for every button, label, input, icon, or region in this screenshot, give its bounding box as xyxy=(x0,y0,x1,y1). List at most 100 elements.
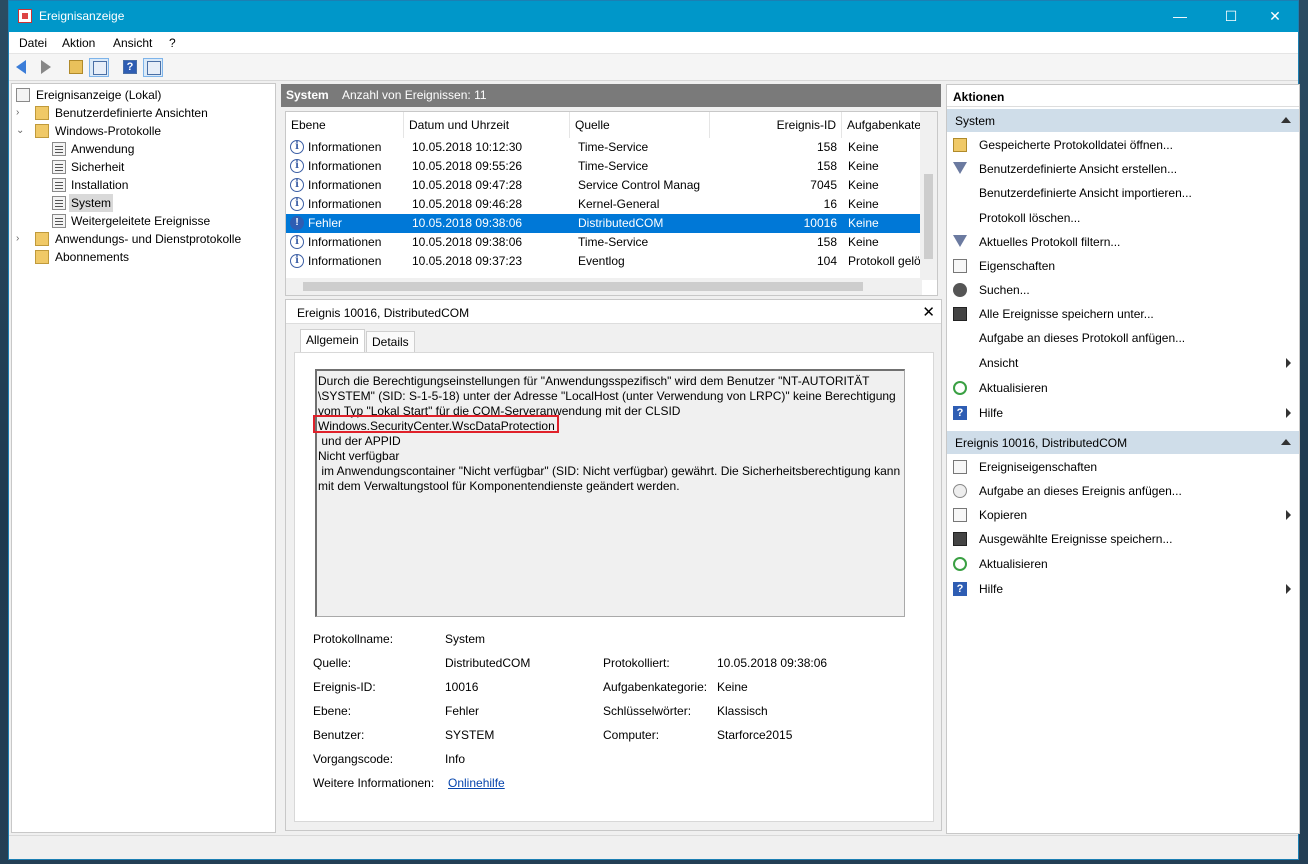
info-icon: i xyxy=(290,159,304,173)
minimize-button[interactable]: — xyxy=(1157,1,1203,32)
action-item[interactable]: Aktualisieren xyxy=(947,377,1299,399)
menu-help[interactable]: ? xyxy=(169,36,176,50)
action-item-label: Suchen... xyxy=(979,283,1030,297)
action-item[interactable]: ? Hilfe xyxy=(947,578,1299,600)
action-item[interactable]: Gespeicherte Protokolldatei öffnen... xyxy=(947,134,1299,156)
up-folder-button[interactable] xyxy=(66,58,86,77)
action-item-label: Benutzerdefinierte Ansicht erstellen... xyxy=(979,162,1178,176)
back-button[interactable] xyxy=(13,58,33,77)
action-item[interactable]: Ansicht xyxy=(947,352,1299,374)
prop-value-id: 10016 xyxy=(445,680,479,694)
show-hide-tree-button[interactable] xyxy=(89,58,109,77)
actions-section-event[interactable]: Ereignis 10016, DistributedCOM xyxy=(947,431,1299,454)
maximize-button[interactable]: ☐ xyxy=(1208,1,1254,32)
tree-app-logs-label: Anwendungs- und Dienstprotokolle xyxy=(55,232,242,246)
action-item[interactable]: Aktuelles Protokoll filtern... xyxy=(947,231,1299,253)
action-item[interactable]: Aufgabe an dieses Protokoll anfügen... xyxy=(947,327,1299,349)
action-item[interactable]: Ausgewählte Ereignisse speichern... xyxy=(947,528,1299,550)
action-item[interactable]: Benutzerdefinierte Ansicht erstellen... xyxy=(947,158,1299,180)
expand-icon[interactable]: › xyxy=(16,104,26,122)
action-item-label: Gespeicherte Protokolldatei öffnen... xyxy=(979,138,1173,152)
action-item-label: Eigenschaften xyxy=(979,259,1056,273)
column-header-task[interactable]: Aufgabenkate xyxy=(842,112,922,138)
info-icon: i xyxy=(290,178,304,192)
menu-aktion[interactable]: Aktion xyxy=(62,36,95,50)
action-item-label: Aufgabe an dieses Ereignis anfügen... xyxy=(979,484,1182,498)
table-row[interactable]: i Informationen 10.05.2018 09:55:26 Time-Se… xyxy=(286,157,921,176)
scroll-thumb[interactable] xyxy=(303,282,863,291)
table-row[interactable]: i Informationen 10.05.2018 09:38:06 Time-Se… xyxy=(286,233,921,252)
menu-ansicht[interactable]: Ansicht xyxy=(113,36,152,50)
cell-level: Informationen xyxy=(308,235,382,249)
table-row[interactable]: ! Fehler 10.05.2018 09:38:06 DistributedCOM… xyxy=(286,214,921,233)
menu-bar: Datei Aktion Ansicht ? xyxy=(9,32,1298,54)
prop-value-ebene: Fehler xyxy=(445,704,480,718)
close-detail-icon[interactable]: ✕ xyxy=(922,303,935,321)
title-bar[interactable]: Ereignisanzeige — ☐ ✕ xyxy=(9,1,1298,32)
action-item[interactable]: ? Hilfe xyxy=(947,402,1299,424)
cell-task: Protokoll gelö xyxy=(848,254,921,268)
online-help-link[interactable]: Onlinehilfe xyxy=(448,776,505,790)
action-item[interactable]: Suchen... xyxy=(947,279,1299,301)
scroll-thumb[interactable] xyxy=(924,174,933,259)
help-button[interactable]: ? xyxy=(120,58,140,77)
info-icon: i xyxy=(290,140,304,154)
cell-level: Informationen xyxy=(308,254,382,268)
prop-value-vorgang: Info xyxy=(445,752,466,766)
cell-id: 7045 xyxy=(810,178,837,192)
column-header-datum[interactable]: Datum und Uhrzeit xyxy=(404,112,570,138)
action-item[interactable]: Ereigniseigenschaften xyxy=(947,456,1299,478)
action-item-label: Hilfe xyxy=(979,406,1004,420)
collapse-caret-icon[interactable] xyxy=(1281,117,1291,123)
cell-date: 10.05.2018 10:12:30 xyxy=(412,140,523,154)
actions-header-label: Aktionen xyxy=(953,90,1005,104)
table-row[interactable]: i Informationen 10.05.2018 09:37:23 Eventlo… xyxy=(286,252,921,271)
action-item-label: Benutzerdefinierte Ansicht importieren..… xyxy=(979,186,1192,200)
action-item[interactable]: Kopieren xyxy=(947,504,1299,526)
close-button[interactable]: ✕ xyxy=(1252,1,1298,32)
column-header-quelle[interactable]: Quelle xyxy=(570,112,710,138)
column-header-id[interactable]: Ereignis-ID xyxy=(710,112,842,138)
forward-arrow-icon xyxy=(41,60,51,74)
tab-details[interactable]: Details xyxy=(366,331,415,353)
event-viewer-window: Ereignisanzeige — ☐ ✕ Datei Aktion Ansic… xyxy=(8,0,1300,860)
prop-label-benutzer: Benutzer: xyxy=(313,728,365,742)
event-viewer-icon xyxy=(16,88,30,102)
table-row[interactable]: i Informationen 10.05.2018 09:47:28 Service… xyxy=(286,176,921,195)
cell-id: 10016 xyxy=(803,216,837,230)
cell-date: 10.05.2018 09:37:23 xyxy=(412,254,523,268)
action-item[interactable]: Aktualisieren xyxy=(947,553,1299,575)
table-row[interactable]: i Informationen 10.05.2018 10:12:30 Time-Se… xyxy=(286,138,921,157)
submenu-arrow-icon xyxy=(1286,408,1291,418)
find-icon xyxy=(953,283,967,297)
action-item[interactable]: Protokoll löschen... xyxy=(947,207,1299,229)
table-row[interactable]: i Informationen 10.05.2018 09:46:28 Kernel-… xyxy=(286,195,921,214)
action-item[interactable]: Eigenschaften xyxy=(947,255,1299,277)
forward-button[interactable] xyxy=(35,58,55,77)
save-icon xyxy=(953,532,967,546)
action-item[interactable]: Alle Ereignisse speichern unter... xyxy=(947,303,1299,325)
show-hide-actions-button[interactable] xyxy=(143,58,163,77)
event-message[interactable]: Durch die Berechtigungseinstellungen für… xyxy=(315,369,905,617)
refresh-icon xyxy=(953,557,967,571)
collapse-caret-icon[interactable] xyxy=(1281,439,1291,445)
actions-section-system[interactable]: System xyxy=(947,109,1299,132)
action-item-label: Alle Ereignisse speichern unter... xyxy=(979,307,1154,321)
action-item-label: Aktualisieren xyxy=(979,557,1048,571)
cell-level: Informationen xyxy=(308,140,382,154)
vertical-scrollbar[interactable] xyxy=(920,112,937,280)
prop-label-schluessel: Schlüsselwörter: xyxy=(603,704,692,718)
menu-datei[interactable]: Datei xyxy=(19,36,47,50)
action-item[interactable]: Aufgabe an dieses Ereignis anfügen... xyxy=(947,480,1299,502)
tab-allgemein[interactable]: Allgemein xyxy=(300,329,365,353)
column-header-ebene[interactable]: Ebene xyxy=(286,112,404,138)
info-icon: i xyxy=(290,254,304,268)
actions-pane: Aktionen System Gespeicherte Protokollda… xyxy=(946,84,1300,834)
collapse-icon[interactable]: ⌄ xyxy=(16,122,26,140)
prop-value-quelle: DistributedCOM xyxy=(445,656,531,670)
help-icon: ? xyxy=(953,582,967,596)
expand-icon[interactable]: › xyxy=(16,230,26,248)
horizontal-scrollbar[interactable] xyxy=(286,278,922,295)
prop-label-protokollname: Protokollname: xyxy=(313,632,394,646)
action-item[interactable]: Benutzerdefinierte Ansicht importieren..… xyxy=(947,182,1299,204)
